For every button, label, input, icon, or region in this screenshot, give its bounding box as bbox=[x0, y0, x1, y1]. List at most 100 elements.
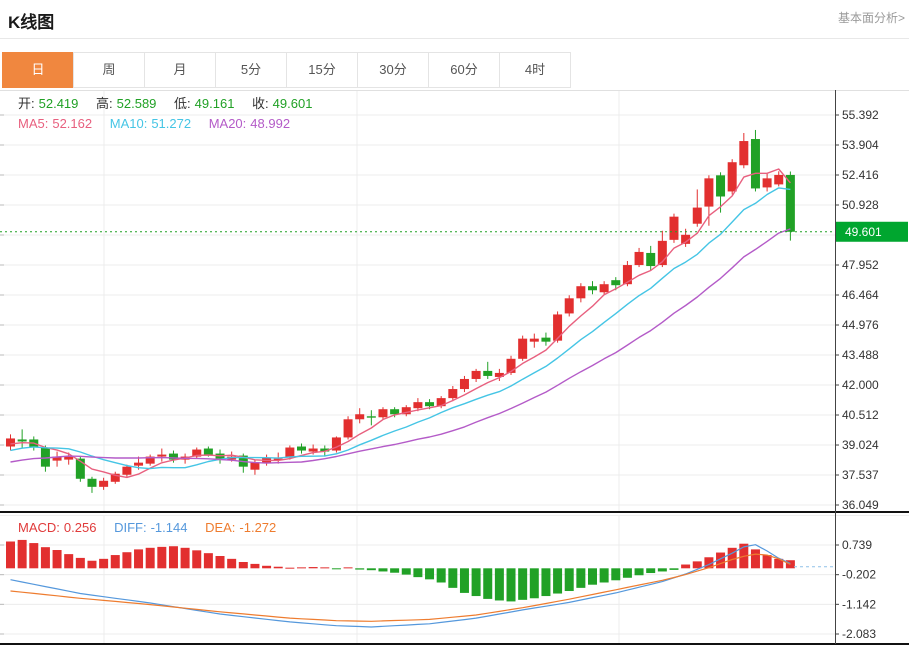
candle-body bbox=[623, 265, 632, 284]
macd-bar bbox=[669, 568, 678, 570]
macd-bar bbox=[437, 568, 446, 582]
candle-body bbox=[763, 178, 772, 187]
low-label: 低: bbox=[174, 96, 191, 111]
candle-body bbox=[425, 402, 434, 406]
macd-bar bbox=[192, 550, 201, 568]
macd-bar bbox=[216, 556, 225, 568]
macd-bar bbox=[576, 568, 585, 588]
candle-body bbox=[646, 253, 655, 266]
macd-bar bbox=[76, 558, 85, 568]
macd-bar bbox=[611, 568, 620, 580]
macd-bar bbox=[600, 568, 609, 582]
high-value: 52.589 bbox=[117, 96, 157, 111]
candle-body bbox=[786, 175, 795, 232]
candle-body bbox=[99, 481, 108, 487]
macd-bar bbox=[250, 564, 259, 568]
candle-body bbox=[728, 162, 737, 191]
macd-bar bbox=[274, 567, 283, 569]
dea-value: -1.272 bbox=[239, 520, 276, 535]
macd-bar bbox=[262, 566, 271, 569]
macd-bar bbox=[623, 568, 632, 577]
dea-label: DEA: bbox=[205, 520, 235, 535]
macd-bar bbox=[122, 552, 131, 568]
macd-bar bbox=[658, 568, 667, 571]
candle-body bbox=[635, 252, 644, 265]
macd-bar bbox=[448, 568, 457, 588]
macd-bar bbox=[763, 555, 772, 568]
candle-body bbox=[297, 447, 306, 451]
macd-bar bbox=[553, 568, 562, 593]
macd-bar bbox=[297, 567, 306, 568]
ma20-line bbox=[11, 229, 791, 463]
macd-bar bbox=[413, 568, 422, 577]
price-axis-label: 53.904 bbox=[842, 138, 879, 152]
candle-body bbox=[87, 479, 96, 487]
candle-body bbox=[600, 284, 609, 292]
candle-body bbox=[611, 280, 620, 285]
macd-bar bbox=[111, 555, 120, 568]
macd-bar bbox=[390, 568, 399, 572]
candle-body bbox=[483, 371, 492, 376]
macd-bar bbox=[460, 568, 469, 593]
candle-body bbox=[693, 208, 702, 224]
macd-axis-label: -0.202 bbox=[842, 568, 876, 582]
macd-bar bbox=[472, 568, 481, 596]
ma5-label: MA5: bbox=[18, 116, 48, 131]
bottom-border bbox=[0, 643, 909, 645]
ma5-value: 52.162 bbox=[52, 116, 92, 131]
macd-bar bbox=[332, 568, 341, 569]
panel-separator bbox=[0, 511, 909, 513]
macd-bar bbox=[751, 549, 760, 568]
macd-bar bbox=[635, 568, 644, 575]
macd-bar bbox=[565, 568, 574, 591]
price-axis-label: 55.392 bbox=[842, 108, 879, 122]
diff-value: -1.144 bbox=[151, 520, 188, 535]
macd-bar bbox=[239, 562, 248, 568]
candle-body bbox=[716, 175, 725, 196]
ma10-value: 51.272 bbox=[151, 116, 191, 131]
candle-body bbox=[204, 449, 213, 455]
macd-bar bbox=[285, 568, 294, 569]
candle-body bbox=[669, 217, 678, 240]
candle-body bbox=[576, 286, 585, 298]
candle-body bbox=[390, 409, 399, 414]
low-value: 49.161 bbox=[195, 96, 235, 111]
candle-body bbox=[541, 338, 550, 342]
macd-bar bbox=[378, 568, 387, 571]
price-tag-value: 49.601 bbox=[845, 225, 882, 239]
macd-bar bbox=[518, 568, 527, 600]
macd-bar bbox=[64, 554, 73, 568]
macd-bar bbox=[541, 568, 550, 596]
candle-body bbox=[344, 419, 353, 437]
macd-bar bbox=[169, 546, 178, 568]
open-label: 开: bbox=[18, 96, 35, 111]
candle-body bbox=[18, 439, 27, 441]
macd-label: MACD: bbox=[18, 520, 60, 535]
ohlc-row: 开:52.419 高:52.589 低:49.161 收:49.601 bbox=[18, 93, 316, 112]
macd-bar bbox=[646, 568, 655, 573]
macd-axis-label: -2.083 bbox=[842, 627, 876, 641]
macd-bar bbox=[53, 550, 62, 568]
price-axis-label: 40.512 bbox=[842, 408, 879, 422]
macd-bar bbox=[309, 567, 318, 568]
candle-body bbox=[157, 455, 166, 457]
price-axis-label: 46.464 bbox=[842, 288, 879, 302]
price-axis-label: 52.416 bbox=[842, 168, 879, 182]
macd-bar bbox=[87, 561, 96, 569]
diff-label: DIFF: bbox=[114, 520, 147, 535]
close-value: 49.601 bbox=[273, 96, 313, 111]
macd-histogram bbox=[6, 540, 795, 601]
candle-body bbox=[448, 389, 457, 398]
high-label: 高: bbox=[96, 96, 113, 111]
macd-bar bbox=[355, 568, 364, 569]
macd-bar bbox=[367, 568, 376, 570]
candle-body bbox=[774, 175, 783, 184]
candle-body bbox=[472, 371, 481, 379]
price-axis-label: 44.976 bbox=[842, 318, 879, 332]
macd-row: MACD:0.256 DIFF:-1.144 DEA:-1.272 bbox=[18, 520, 280, 535]
macd-bar bbox=[320, 567, 329, 568]
candle-body bbox=[134, 463, 143, 466]
price-axis-label: 43.488 bbox=[842, 348, 879, 362]
macd-bar bbox=[99, 559, 108, 568]
ma5-line bbox=[11, 169, 791, 477]
